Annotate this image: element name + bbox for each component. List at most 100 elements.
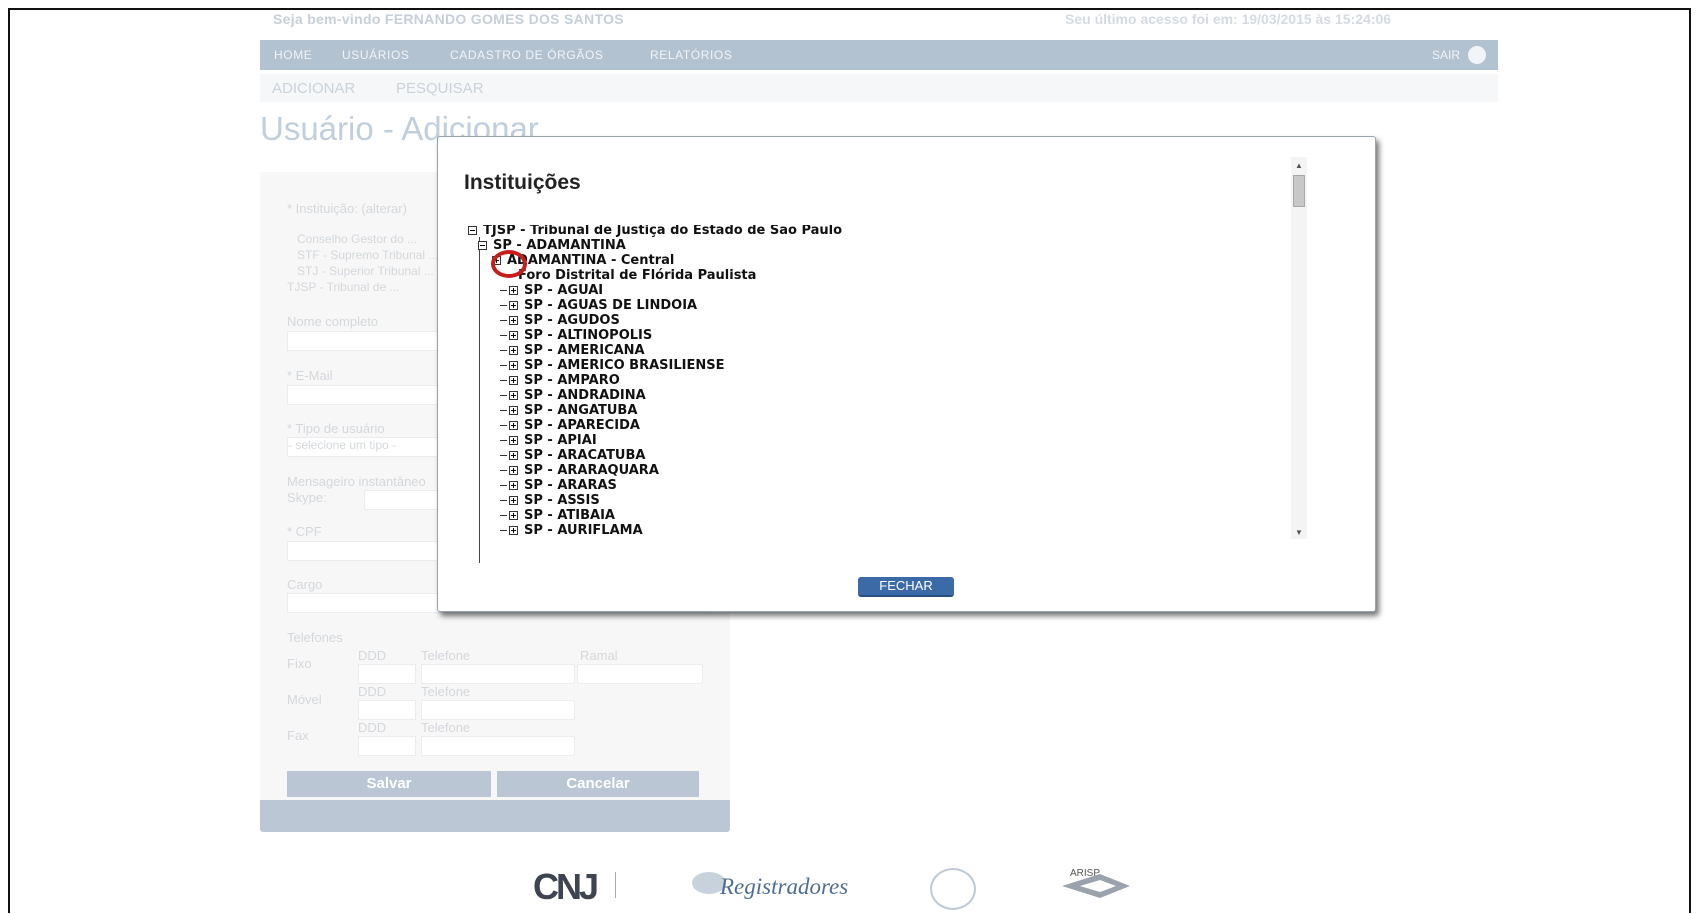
scroll-down-arrow-icon[interactable]: ▼	[1295, 528, 1303, 537]
nav-item-org-register[interactable]: CADASTRO DE ÓRGÃOS	[450, 48, 604, 62]
skype-label: Skype:	[287, 490, 327, 505]
cpf-label: * CPF	[287, 524, 322, 539]
tree-connector	[500, 380, 507, 381]
ddd-label: DDD	[358, 648, 387, 663]
tree-connector	[500, 455, 507, 456]
expand-icon[interactable]	[509, 301, 518, 310]
scroll-up-arrow-icon[interactable]: ▲	[1295, 161, 1303, 170]
tree-guide-line	[479, 237, 480, 563]
phone-mobile-label: Móvel	[287, 692, 322, 707]
ddd-fax-input[interactable]	[358, 736, 416, 756]
institution-line: TJSP - Tribunal de ...	[287, 280, 400, 294]
tree-node[interactable]: SP - AMERICO BRASILIENSE	[500, 358, 724, 374]
expand-icon[interactable]	[509, 481, 518, 490]
tree-node[interactable]: SP - APARECIDA	[500, 418, 640, 434]
expand-icon[interactable]	[509, 451, 518, 460]
ddd-mobile-input[interactable]	[358, 700, 416, 720]
expand-icon[interactable]	[509, 331, 518, 340]
tree-node[interactable]: SP - ARACATUBA	[500, 448, 645, 464]
tree-node[interactable]: SP - ARARAS	[500, 478, 617, 494]
tree-node-label: SP - ARARAS	[524, 478, 617, 493]
institution-line: STJ - Superior Tribunal ...	[297, 264, 434, 278]
tree-node[interactable]: SP - AMPARO	[500, 373, 620, 389]
tree-node[interactable]: SP - ASSIS	[500, 493, 600, 509]
tree-connector	[500, 515, 507, 516]
tree-node[interactable]: SP - APIAI	[500, 433, 597, 449]
main-nav: HOME USUÁRIOS CADASTRO DE ÓRGÃOS RELATÓR…	[260, 40, 1498, 70]
expand-icon[interactable]	[509, 436, 518, 445]
expand-icon[interactable]	[509, 466, 518, 475]
close-button[interactable]: FECHAR	[858, 577, 954, 597]
ddd-fixed-input[interactable]	[358, 664, 416, 684]
tree-node[interactable]: SP - ARARAQUARA	[500, 463, 659, 479]
tree-node[interactable]: SP - AGUAS DE LINDOIA	[500, 298, 697, 314]
expand-icon[interactable]	[509, 421, 518, 430]
expand-icon[interactable]	[509, 391, 518, 400]
phone-label: Telefone	[421, 720, 471, 735]
tree-child-node[interactable]: Foro Distrital de Flórida Paulista	[518, 268, 756, 284]
expand-icon[interactable]	[509, 316, 518, 325]
scrollbar-thumb[interactable]	[1293, 175, 1305, 207]
tree-node-label: SP - AMERICO BRASILIENSE	[524, 358, 725, 373]
tree-scrollbar[interactable]: ▲ ▼	[1291, 157, 1307, 539]
expand-icon[interactable]	[509, 361, 518, 370]
tree-node-label: SP - AMERICANA	[524, 343, 645, 358]
arisp-logo-text: ARISP	[1070, 868, 1101, 879]
expand-icon[interactable]	[509, 406, 518, 415]
tree-connector	[500, 305, 507, 306]
sub-nav: ADICIONAR PESQUISAR	[260, 74, 1498, 102]
tree-node[interactable]: SP - ALTINOPOLIS	[500, 328, 652, 344]
tree-connector	[500, 350, 507, 351]
phone-fax-input[interactable]	[421, 736, 575, 756]
tree-node[interactable]: SP - AGUAI	[500, 283, 603, 299]
expand-icon[interactable]	[509, 496, 518, 505]
cnj-logo-divider	[615, 872, 654, 898]
institutions-modal: Instituições TJSP - Tribunal de Justiça …	[437, 136, 1376, 612]
logout-link[interactable]: SAIR	[1432, 48, 1460, 62]
expand-icon[interactable]	[509, 346, 518, 355]
tree-node[interactable]: SP - AURIFLAMA	[500, 523, 643, 539]
phone-mobile-input[interactable]	[421, 700, 575, 720]
expand-icon[interactable]	[509, 526, 518, 535]
tree-node[interactable]: SP - ATIBAIA	[500, 508, 615, 524]
tree-connector	[500, 530, 507, 531]
phone-label: Telefone	[421, 684, 471, 699]
role-label: Cargo	[287, 577, 323, 592]
tree-node-label: Foro Distrital de Flórida Paulista	[518, 268, 757, 283]
ddd-label: DDD	[358, 720, 387, 735]
phone-fixed-input[interactable]	[421, 664, 575, 684]
tree-node-label: SP - ATIBAIA	[524, 508, 615, 523]
nav-item-users[interactable]: USUÁRIOS	[342, 48, 409, 62]
tree-node[interactable]: SP - ANDRADINA	[500, 388, 646, 404]
highlight-annotation-circle	[491, 250, 527, 278]
logout-icon[interactable]	[1468, 46, 1486, 64]
tree-connector	[500, 425, 507, 426]
nav-item-home[interactable]: HOME	[274, 48, 312, 62]
tree-node[interactable]: SP - ANGATUBA	[500, 403, 637, 419]
collapse-icon[interactable]	[478, 241, 487, 250]
registradores-logo: Registradores	[720, 874, 849, 899]
institution-line: STF - Supremo Tribunal ...	[297, 248, 439, 262]
tree-node-label: ADAMANTINA - Central	[507, 253, 675, 268]
collapse-icon[interactable]	[468, 226, 477, 235]
save-button[interactable]: Salvar	[287, 771, 491, 797]
tree-node[interactable]: SP - AGUDOS	[500, 313, 620, 329]
tree-node-label: SP - ALTINOPOLIS	[524, 328, 653, 343]
tree-root-node[interactable]: TJSP - Tribunal de Justiça do Estado de …	[468, 225, 842, 238]
nav-item-reports[interactable]: RELATÓRIOS	[650, 48, 732, 62]
cancel-button[interactable]: Cancelar	[497, 771, 699, 797]
ext-fixed-input[interactable]	[577, 664, 703, 684]
institution-label: * Instituição: (alterar)	[287, 201, 407, 216]
institution-line: Conselho Gestor do ...	[297, 232, 418, 246]
subnav-add[interactable]: ADICIONAR	[272, 80, 355, 97]
expand-icon[interactable]	[509, 376, 518, 385]
tree-node-label: SP - APARECIDA	[524, 418, 640, 433]
expand-icon[interactable]	[509, 286, 518, 295]
footer-logos: CNJ Registradores ARISP	[0, 858, 1701, 914]
tree-node[interactable]: SP - AMERICANA	[500, 343, 645, 359]
subnav-search[interactable]: PESQUISAR	[396, 80, 484, 97]
user-type-label: * Tipo de usuário	[287, 421, 385, 436]
cnj-logo: CNJ	[533, 866, 599, 907]
expand-icon[interactable]	[509, 511, 518, 520]
last-access-text: Seu último acesso foi em: 19/03/2015 às …	[1065, 11, 1392, 27]
